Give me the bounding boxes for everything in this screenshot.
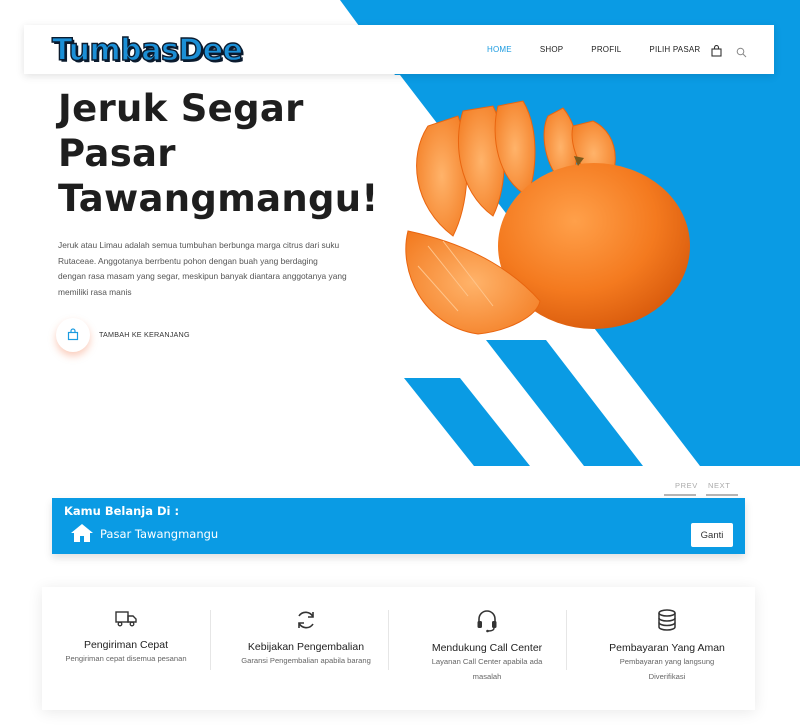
database-icon <box>657 609 677 635</box>
change-market-button[interactable]: Ganti <box>691 523 733 547</box>
orange-image <box>398 96 698 336</box>
add-to-cart-label[interactable]: TAMBAH KE KERANJANG <box>99 330 190 339</box>
feature-title: Pengiriman Cepat <box>83 639 169 651</box>
hero-title-line-2: Pasar <box>58 132 176 175</box>
add-to-cart-button[interactable] <box>56 318 90 352</box>
home-icon <box>70 523 94 547</box>
feature-subtitle: Layanan Call Center apabila ada masalah <box>431 657 543 681</box>
feature-title: Pembayaran Yang Aman <box>609 642 725 654</box>
cart-icon[interactable] <box>711 42 722 61</box>
nav-item-shop[interactable]: SHOP <box>540 45 563 54</box>
brand-logo[interactable]: TumbasDee <box>51 32 243 68</box>
prev-arrow-line <box>664 494 696 496</box>
search-icon[interactable] <box>736 43 747 62</box>
truck-icon <box>115 609 137 631</box>
feature-item: Mendukung Call Center Layanan Call Cente… <box>402 587 572 710</box>
feature-divider <box>566 610 567 670</box>
feature-title: Mendukung Call Center <box>431 642 543 654</box>
feature-subtitle: Pembayaran yang langsung Diverifikasi <box>619 657 715 681</box>
next-button[interactable]: NEXT <box>708 481 730 490</box>
feature-subtitle: Garansi Pengembalian apabila barang <box>241 656 371 665</box>
main-nav: HOME SHOP PROFIL PILIH PASAR <box>487 25 728 74</box>
feature-title: Kebijakan Pengembalian <box>247 641 365 653</box>
prev-button[interactable]: PREV <box>675 481 698 490</box>
cart-icon <box>67 328 79 341</box>
headset-icon <box>476 609 498 637</box>
market-name: Pasar Tawangmangu <box>100 527 219 541</box>
market-heading: Kamu Belanja Di : <box>64 504 180 518</box>
feature-divider <box>388 610 389 670</box>
feature-item: Kebijakan Pengembalian Garansi Pengembal… <box>222 587 390 710</box>
hero-title-line-1: Jeruk Segar <box>58 87 304 130</box>
nav-item-home[interactable]: HOME <box>487 45 512 54</box>
nav-item-profil[interactable]: PROFIL <box>591 45 621 54</box>
nav-item-pilih-pasar[interactable]: PILIH PASAR <box>649 45 700 54</box>
hero-description: Jeruk atau Limau adalah semua tumbuhan b… <box>58 240 347 297</box>
feature-item: Pengiriman Cepat Pengiriman cepat disemu… <box>42 587 210 710</box>
feature-item: Pembayaran Yang Aman Pembayaran yang lan… <box>582 587 752 710</box>
feature-divider <box>210 610 211 670</box>
hero-title-line-3: Tawangmangu! <box>58 177 379 220</box>
top-navbar: TumbasDee HOME SHOP PROFIL PILIH PASAR <box>24 25 774 74</box>
feature-subtitle: Pengiriman cepat disemua pesanan <box>65 654 187 663</box>
hero-title: Jeruk Segar Pasar Tawangmangu! <box>58 86 398 221</box>
features-panel: Pengiriman Cepat Pengiriman cepat disemu… <box>42 587 755 710</box>
refresh-icon <box>295 609 317 635</box>
market-banner: Kamu Belanja Di : Pasar Tawangmangu Gant… <box>52 498 745 554</box>
next-arrow-line <box>706 494 738 496</box>
